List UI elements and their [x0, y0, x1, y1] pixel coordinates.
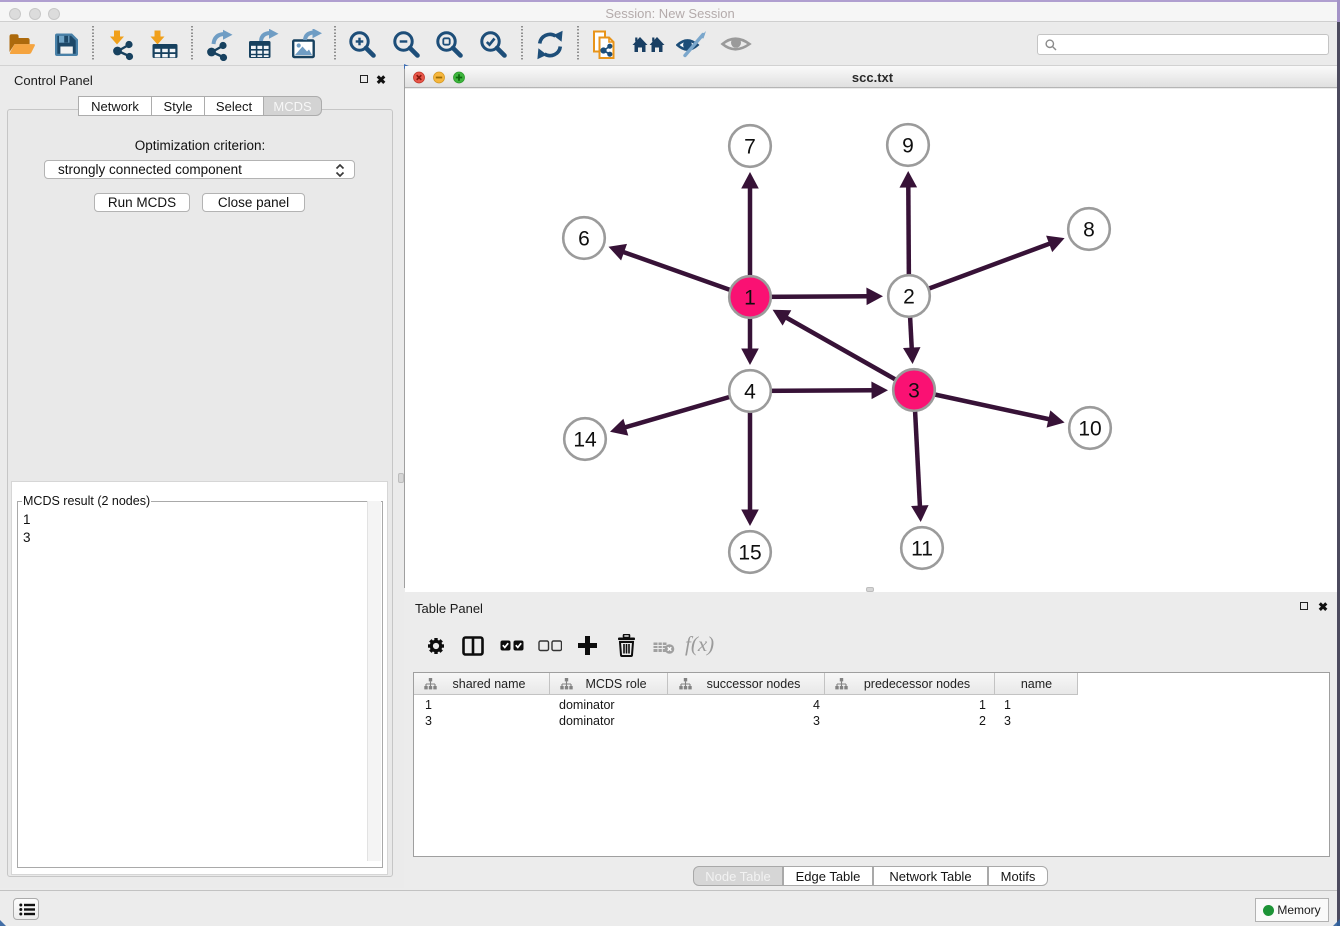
- svg-text:2: 2: [903, 286, 915, 309]
- svg-text:9: 9: [902, 135, 914, 158]
- svg-text:3: 3: [908, 380, 920, 403]
- svg-text:14: 14: [573, 429, 597, 452]
- svg-text:7: 7: [744, 136, 756, 159]
- svg-text:8: 8: [1083, 219, 1095, 242]
- svg-text:15: 15: [738, 542, 761, 565]
- svg-text:10: 10: [1078, 418, 1101, 441]
- svg-text:11: 11: [911, 538, 933, 561]
- svg-text:6: 6: [578, 228, 590, 251]
- svg-text:1: 1: [744, 287, 756, 310]
- svg-text:4: 4: [744, 381, 756, 404]
